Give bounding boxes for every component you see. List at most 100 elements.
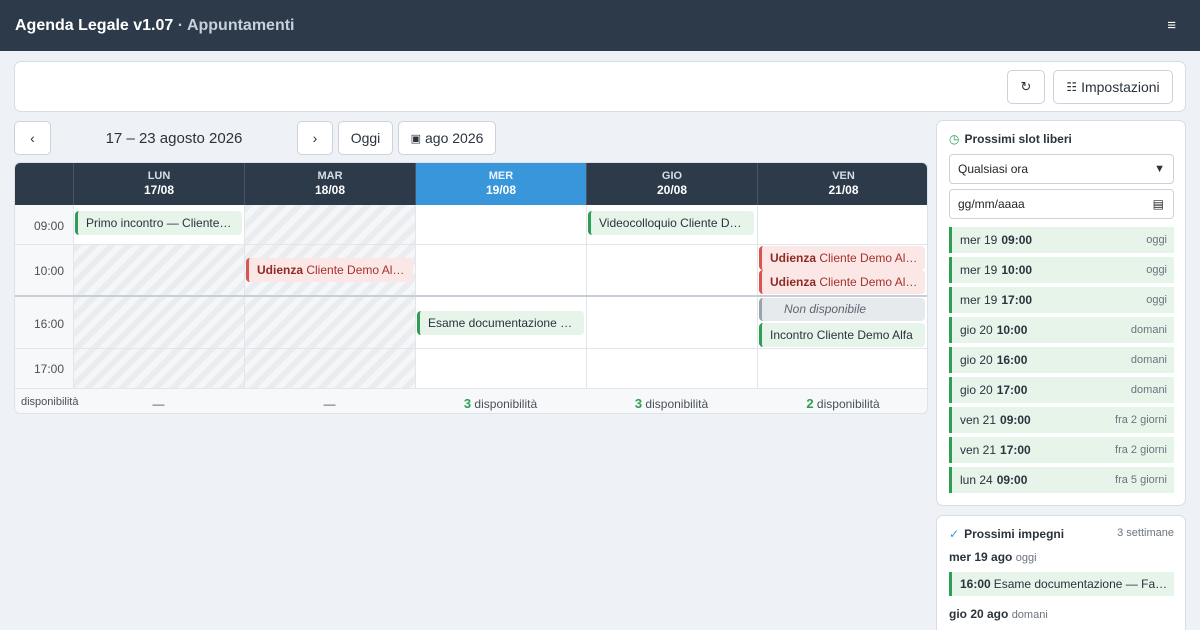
free-slots-title: ◷ Prossimi slot liberi bbox=[949, 132, 1072, 146]
calendar-icon: ▤ bbox=[1152, 197, 1164, 211]
calendar-icon: ▣ bbox=[410, 132, 421, 145]
clock-icon: ◷ bbox=[949, 132, 960, 146]
time-filter-value: Qualsiasi ora bbox=[958, 162, 1029, 176]
settings-button[interactable]: ☷ Impostazioni bbox=[1053, 70, 1173, 104]
event-esame-documentazione[interactable]: Esame documentazione … bbox=[417, 311, 584, 335]
grid-line bbox=[757, 205, 758, 413]
upcoming-title-text: Prossimi impegni bbox=[964, 527, 1065, 541]
section-title: Appuntamenti bbox=[186, 17, 295, 34]
event-unavailable: Non disponibile bbox=[759, 298, 925, 321]
upcoming-day-header: mer 19 ago oggi bbox=[949, 550, 1037, 564]
upcoming-day-header: gio 20 ago domani bbox=[949, 607, 1048, 621]
free-slot[interactable]: ven 21 17:00 fra 2 giorni bbox=[949, 437, 1174, 463]
upcoming-card: ✓ Prossimi impegni 3 settimane mer 19 ago… bbox=[936, 515, 1186, 630]
event-primo-incontro[interactable]: Primo incontro — Cliente… bbox=[75, 211, 242, 235]
chevron-left-icon: ‹ bbox=[30, 130, 35, 146]
day-name: LUN bbox=[147, 170, 171, 182]
availability-mon: — bbox=[152, 397, 165, 411]
free-slot[interactable]: mer 19 17:00 oggi bbox=[949, 287, 1174, 313]
month-picker-button[interactable]: ▣ ago 2026 bbox=[398, 121, 496, 155]
day-name: VEN bbox=[832, 170, 855, 182]
toolbar-card: ↻ ☷ Impostazioni bbox=[14, 61, 1186, 112]
prev-week-button[interactable]: ‹ bbox=[14, 121, 51, 155]
day-name: MER bbox=[488, 170, 514, 182]
free-slot[interactable]: gio 20 16:00 domani bbox=[949, 347, 1174, 373]
month-label: ago 2026 bbox=[425, 130, 484, 146]
event-title: Cliente Demo Al… bbox=[816, 251, 918, 265]
grid-line bbox=[15, 348, 927, 349]
day-header-fri: VEN 21/08 bbox=[757, 163, 927, 205]
free-slot[interactable]: ven 21 09:00 fra 2 giorni bbox=[949, 407, 1174, 433]
day-name: GIO bbox=[661, 170, 683, 182]
event-type: Udienza bbox=[770, 251, 817, 265]
past-cells-mon bbox=[74, 245, 244, 389]
availability-thu[interactable]: 3 disponibilità bbox=[586, 396, 757, 411]
availability-row: disponibilità — — 3 disponibilità 3 disp… bbox=[15, 389, 927, 413]
event-incontro-cliente[interactable]: Incontro Cliente Demo Alfa bbox=[759, 323, 925, 347]
grid-line bbox=[73, 205, 74, 413]
free-slot[interactable]: gio 20 17:00 domani bbox=[949, 377, 1174, 403]
top-navbar: Agenda Legale v1.07 · Appuntamenti ≡ bbox=[0, 0, 1200, 51]
free-slot[interactable]: lun 24 09:00 fra 5 giorni bbox=[949, 467, 1174, 493]
settings-icon: ☷ bbox=[1066, 80, 1078, 94]
free-slot[interactable]: mer 19 09:00 oggi bbox=[949, 227, 1174, 253]
day-header-tue: MAR 18/08 bbox=[244, 163, 415, 205]
time-label: 09:00 bbox=[33, 219, 64, 233]
brand-separator: · bbox=[177, 17, 184, 34]
free-slots-title-text: Prossimi slot liberi bbox=[964, 132, 1072, 146]
grid-line bbox=[15, 244, 927, 245]
refresh-button[interactable]: ↻ bbox=[1007, 70, 1045, 104]
day-date: 18/08 bbox=[314, 183, 346, 197]
free-slots-card: ◷ Prossimi slot liberi Qualsiasi ora ▼ gg… bbox=[936, 120, 1186, 506]
upcoming-event[interactable]: 16:00 Esame documentazione — Fa… bbox=[949, 572, 1174, 596]
upcoming-range: 3 settimane bbox=[1117, 527, 1174, 539]
grid-line bbox=[15, 295, 927, 297]
event-title: Cliente Demo Al… bbox=[816, 275, 918, 289]
day-date: 19/08 bbox=[485, 183, 517, 197]
app-title: Agenda Legale v1.07 bbox=[15, 17, 174, 34]
app-brand[interactable]: Agenda Legale v1.07 · Appuntamenti bbox=[15, 17, 294, 35]
day-header-thu: GIO 20/08 bbox=[586, 163, 757, 205]
week-range-label: 17 – 23 agosto 2026 bbox=[105, 130, 243, 147]
event-udienza[interactable]: Udienza Cliente Demo Al… bbox=[759, 246, 925, 270]
check-icon: ✓ bbox=[949, 527, 960, 541]
settings-label: Impostazioni bbox=[1081, 79, 1160, 95]
event-title: Cliente Demo Al… bbox=[303, 263, 405, 277]
refresh-icon: ↻ bbox=[1020, 79, 1032, 94]
time-label: 10:00 bbox=[33, 264, 64, 278]
grid-line bbox=[244, 205, 245, 413]
day-name: MAR bbox=[317, 170, 343, 182]
upcoming-title: ✓ Prossimi impegni bbox=[949, 527, 1064, 541]
day-date: 21/08 bbox=[828, 183, 859, 197]
time-label: 17:00 bbox=[33, 362, 64, 376]
menu-icon[interactable]: ≡ bbox=[1167, 17, 1176, 34]
event-type: Udienza bbox=[257, 263, 304, 277]
availability-fri[interactable]: 2 disponibilità bbox=[757, 396, 927, 411]
grid-line bbox=[415, 205, 416, 413]
today-button[interactable]: Oggi bbox=[338, 121, 393, 155]
day-header-mon: LUN 17/08 bbox=[73, 163, 244, 205]
past-cells-tue bbox=[245, 205, 415, 389]
event-udienza[interactable]: Udienza Cliente Demo Al… bbox=[759, 270, 925, 294]
day-date: 17/08 bbox=[143, 183, 175, 197]
time-filter-select[interactable]: Qualsiasi ora ▼ bbox=[949, 154, 1174, 184]
availability-label: disponibilità bbox=[21, 396, 79, 408]
free-slot[interactable]: mer 19 10:00 oggi bbox=[949, 257, 1174, 283]
time-label: 16:00 bbox=[33, 317, 64, 331]
chevron-right-icon: › bbox=[312, 130, 318, 146]
event-udienza[interactable]: Udienza Cliente Demo Al… bbox=[246, 258, 413, 282]
free-slot[interactable]: gio 20 10:00 domani bbox=[949, 317, 1174, 343]
time-column bbox=[15, 205, 73, 413]
date-filter-input[interactable]: gg/mm/aaaa ▤ bbox=[949, 189, 1174, 219]
availability-wed[interactable]: 3 disponibilità bbox=[415, 396, 586, 411]
grid-line bbox=[586, 205, 587, 413]
date-placeholder: gg/mm/aaaa bbox=[958, 197, 1025, 211]
day-date: 20/08 bbox=[656, 183, 688, 197]
availability-tue: — bbox=[323, 397, 336, 411]
day-header-wed-today: MER 19/08 bbox=[415, 163, 586, 205]
event-type: Udienza bbox=[770, 275, 817, 289]
week-calendar: LUN 17/08 MAR 18/08 MER 19/08 GIO 20/08 … bbox=[14, 162, 928, 414]
next-week-button[interactable]: › bbox=[297, 121, 333, 155]
calendar-header: LUN 17/08 MAR 18/08 MER 19/08 GIO 20/08 … bbox=[15, 163, 927, 205]
event-videocolloquio[interactable]: Videocolloquio Cliente D… bbox=[588, 211, 754, 235]
